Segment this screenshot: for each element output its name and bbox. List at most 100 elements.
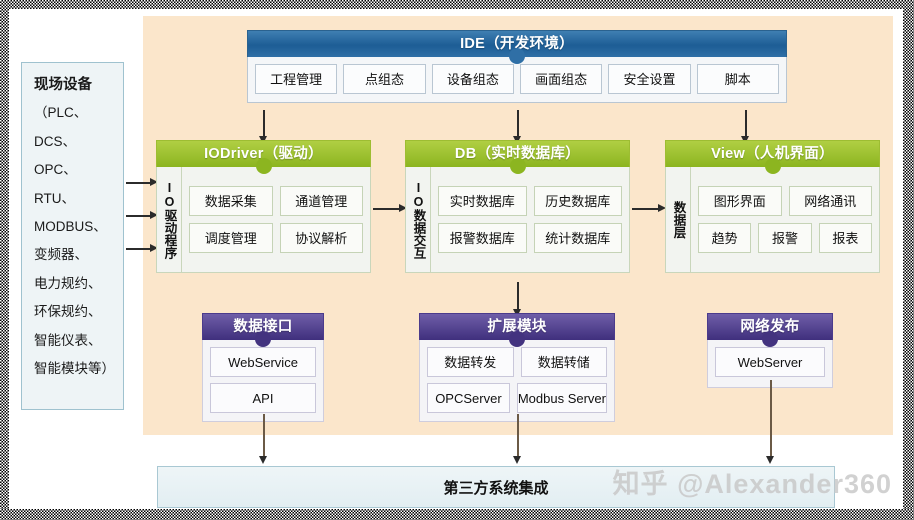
- connector-data-interface-integration: [263, 414, 265, 458]
- field-devices-line: （PLC、: [34, 105, 88, 121]
- view-row-1: 图形界面 网络通讯: [698, 186, 872, 216]
- arrowhead-extension-integration: [513, 456, 521, 464]
- extension-cell-data-transfer-storage[interactable]: 数据转储: [520, 347, 607, 377]
- iodriver-cell-schedule-management[interactable]: 调度管理: [189, 223, 273, 253]
- connector-devices-iodriver-1: [126, 182, 152, 184]
- db-block: DB（实时数据库） IO数据交互 实时数据库 历史数据库 报警数据库 统计数据库: [405, 140, 630, 273]
- view-cell-alarm[interactable]: 报警: [758, 223, 812, 253]
- field-devices-panel: 现场设备 （PLC、 DCS、 OPC、 RTU、 MODBUS、 变频器、 电…: [21, 62, 124, 410]
- extension-header: 扩展模块: [419, 313, 615, 347]
- db-cell-alarm-database[interactable]: 报警数据库: [438, 223, 527, 253]
- third-party-integration-label: 第三方系统集成: [443, 479, 549, 497]
- view-cell-graphics-ui[interactable]: 图形界面: [698, 186, 782, 216]
- iodriver-side-label-text: IO驱动程序: [162, 180, 177, 259]
- connector-web-publish-integration: [770, 380, 772, 458]
- field-devices-line: MODBUS、: [34, 219, 107, 235]
- ide-button-project-management[interactable]: 工程管理: [255, 64, 338, 94]
- db-cell-history-database[interactable]: 历史数据库: [533, 186, 622, 216]
- field-devices-line: DCS、: [34, 133, 77, 149]
- extension-cell-modbus-server[interactable]: Modbus Server: [516, 383, 607, 413]
- db-row-2: 报警数据库 统计数据库: [438, 223, 622, 253]
- diagram-canvas: 现场设备 （PLC、 DCS、 OPC、 RTU、 MODBUS、 变频器、 电…: [0, 0, 914, 520]
- ide-button-device-config[interactable]: 设备组态: [431, 64, 514, 94]
- connector-ide-view: [745, 110, 747, 138]
- connector-devices-iodriver-2: [126, 215, 152, 217]
- field-devices-line: OPC、: [34, 162, 77, 178]
- view-side-label-text: 数据层: [671, 200, 686, 239]
- view-header: View（人机界面）: [665, 140, 880, 174]
- field-devices-line: 变频器、: [34, 247, 88, 263]
- notch-icon: [762, 331, 778, 347]
- ide-button-row: 工程管理 点组态 设备组态 画面组态 安全设置 脚本: [255, 64, 779, 94]
- ide-header: IDE（开发环境）: [247, 30, 787, 64]
- watermark: 知乎 @Alexander360: [612, 469, 892, 499]
- extension-body: 数据转发 数据转储 OPCServer Modbus Server: [419, 340, 615, 422]
- field-devices-line: RTU、: [34, 190, 76, 206]
- db-side-label: IO数据交互: [406, 167, 431, 272]
- data-interface-row-2: API: [210, 383, 316, 413]
- db-row-1: 实时数据库 历史数据库: [438, 186, 622, 216]
- iodriver-block: IODriver（驱动） IO驱动程序 数据采集 通道管理 调度管理 协议解析: [156, 140, 371, 273]
- view-row-2: 趋势 报警 报表: [698, 223, 872, 253]
- web-publish-cell-webserver[interactable]: WebServer: [715, 347, 825, 377]
- db-header: DB（实时数据库）: [405, 140, 630, 174]
- db-cell-statistics-database[interactable]: 统计数据库: [533, 223, 622, 253]
- data-interface-cell-api[interactable]: API: [210, 383, 316, 413]
- notch-icon: [509, 48, 525, 64]
- notch-icon: [255, 331, 271, 347]
- ide-button-screen-config[interactable]: 画面组态: [519, 64, 603, 94]
- extension-row-2: OPCServer Modbus Server: [427, 383, 607, 413]
- ide-button-security-settings[interactable]: 安全设置: [608, 64, 691, 94]
- data-interface-header: 数据接口: [202, 313, 324, 347]
- connector-db-view: [632, 208, 660, 210]
- extension-row-1: 数据转发 数据转储: [427, 347, 607, 377]
- connector-iodriver-db: [373, 208, 401, 210]
- notch-icon: [764, 158, 781, 174]
- data-interface-body: WebService API: [202, 340, 324, 422]
- connector-ide-iodriver: [263, 110, 265, 138]
- extension-cell-opcserver[interactable]: OPCServer: [427, 383, 510, 413]
- notch-icon: [255, 158, 272, 174]
- view-cell-report[interactable]: 报表: [818, 223, 872, 253]
- connector-extension-integration: [517, 414, 519, 458]
- ide-button-point-config[interactable]: 点组态: [343, 64, 426, 94]
- field-devices-line: 智能仪表、: [34, 332, 102, 348]
- data-interface-block: 数据接口 WebService API: [202, 313, 324, 422]
- data-interface-cell-webservice[interactable]: WebService: [210, 347, 316, 377]
- notch-icon: [509, 158, 526, 174]
- notch-icon: [509, 331, 525, 347]
- ide-block: IDE（开发环境） 工程管理 点组态 设备组态 画面组态 安全设置 脚本: [247, 30, 787, 103]
- view-block: View（人机界面） 数据层 图形界面 网络通讯 趋势 报警 报表: [665, 140, 880, 273]
- db-cell-realtime-database[interactable]: 实时数据库: [438, 186, 527, 216]
- data-interface-row-1: WebService: [210, 347, 316, 377]
- view-cell-network-comm[interactable]: 网络通讯: [788, 186, 872, 216]
- frame-border-left: [0, 0, 9, 520]
- field-devices-line: 电力规约、: [34, 275, 102, 291]
- web-publish-header: 网络发布: [707, 313, 833, 347]
- field-devices-line: 现场设备: [34, 77, 92, 93]
- iodriver-cell-channel-management[interactable]: 通道管理: [279, 186, 363, 216]
- web-publish-row-1: WebServer: [715, 347, 825, 377]
- view-body: 数据层 图形界面 网络通讯 趋势 报警 报表: [665, 167, 880, 273]
- iodriver-side-label: IO驱动程序: [157, 167, 182, 272]
- iodriver-row-1: 数据采集 通道管理: [189, 186, 363, 216]
- db-side-label-text: IO数据交互: [411, 180, 426, 259]
- iodriver-body: IO驱动程序 数据采集 通道管理 调度管理 协议解析: [156, 167, 371, 273]
- extension-cell-data-forward[interactable]: 数据转发: [427, 347, 514, 377]
- arrowhead-data-interface-integration: [259, 456, 267, 464]
- extension-block: 扩展模块 数据转发 数据转储 OPCServer Modbus Server: [419, 313, 615, 422]
- frame-border-bottom: [0, 509, 914, 520]
- frame-border-right: [903, 0, 914, 520]
- iodriver-header: IODriver（驱动）: [156, 140, 371, 174]
- ide-button-script[interactable]: 脚本: [696, 64, 779, 94]
- iodriver-row-2: 调度管理 协议解析: [189, 223, 363, 253]
- view-cell-trend[interactable]: 趋势: [698, 223, 752, 253]
- view-side-label: 数据层: [666, 167, 691, 272]
- web-publish-block: 网络发布 WebServer: [707, 313, 833, 388]
- frame-border-top: [0, 0, 914, 9]
- iodriver-cell-data-acquisition[interactable]: 数据采集: [189, 186, 273, 216]
- db-body: IO数据交互 实时数据库 历史数据库 报警数据库 统计数据库: [405, 167, 630, 273]
- field-devices-line: 智能模块等）: [34, 361, 115, 377]
- connector-db-extension: [517, 282, 519, 311]
- iodriver-cell-protocol-parsing[interactable]: 协议解析: [279, 223, 363, 253]
